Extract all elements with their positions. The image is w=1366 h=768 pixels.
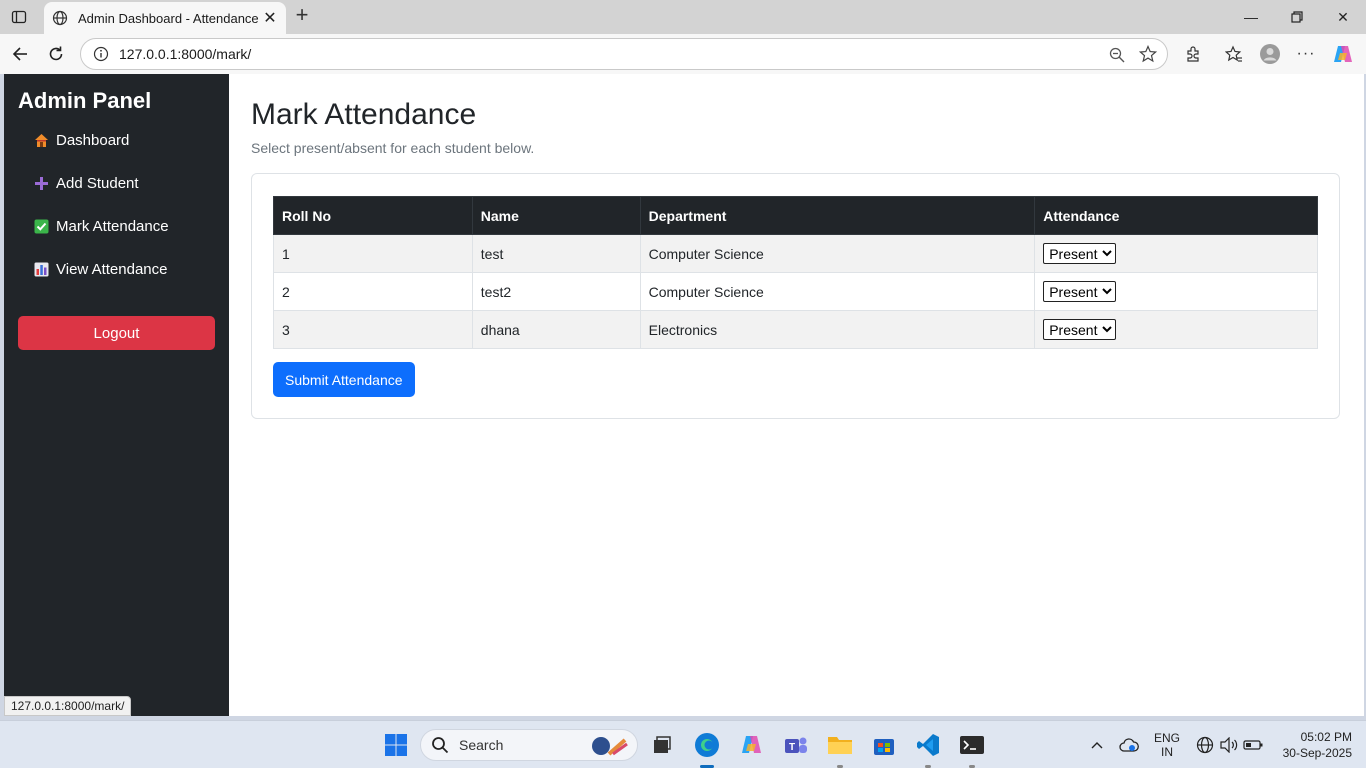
plus-icon (34, 176, 49, 191)
vscode-icon[interactable] (914, 731, 942, 759)
browser-tab-active[interactable]: Admin Dashboard - Attendance S ✕ (44, 2, 286, 34)
department-cell: Computer Science (639, 234, 1036, 273)
battery-icon[interactable] (1242, 721, 1264, 768)
search-icon (432, 737, 449, 754)
teams-icon[interactable]: T (782, 731, 810, 759)
zoom-out-icon[interactable] (1109, 47, 1125, 63)
extensions-icon[interactable] (1182, 43, 1204, 65)
attendance-select[interactable]: Present (1043, 243, 1117, 264)
browser-toolbar: 127.0.0.1:8000/mark/ ··· (0, 34, 1366, 74)
name-cell: dhana (471, 310, 641, 349)
store-icon[interactable] (870, 731, 898, 759)
svg-text:T: T (789, 742, 795, 753)
search-highlight-icon (592, 737, 628, 756)
address-bar[interactable]: 127.0.0.1:8000/mark/ (80, 38, 1168, 70)
page-title: Mark Attendance (251, 98, 477, 131)
browser-tab-bar: Admin Dashboard - Attendance S ✕ + — ✕ (0, 0, 1366, 34)
file-explorer-icon[interactable] (826, 731, 854, 759)
taskbar-search[interactable]: Search (420, 729, 638, 761)
column-header-attendance: Attendance (1034, 196, 1318, 235)
copilot-icon[interactable] (1332, 43, 1354, 65)
name-cell: test (471, 234, 641, 273)
name-cell: test2 (471, 272, 641, 311)
department-cell: Computer Science (639, 272, 1036, 311)
table-row: 2 test2 Computer Science Present (273, 272, 1318, 311)
sync-cloud-icon[interactable] (1118, 721, 1140, 768)
page-viewport: Admin Panel Dashboard Add Student Mark A… (4, 74, 1364, 716)
favorites-icon[interactable] (1223, 43, 1245, 65)
roll-no-cell: 1 (273, 234, 473, 273)
language-code: ENG (1153, 731, 1180, 745)
column-header-department: Department (639, 196, 1036, 235)
favorite-star-icon[interactable] (1139, 45, 1157, 63)
sidebar-item-label: Add Student (56, 174, 139, 192)
column-header-name: Name (471, 196, 641, 235)
attendance-select[interactable]: Present (1043, 319, 1117, 340)
sidebar: Admin Panel Dashboard Add Student Mark A… (4, 74, 229, 716)
tab-actions-icon[interactable] (8, 7, 30, 27)
more-options-icon[interactable]: ··· (1295, 43, 1317, 65)
close-window-button[interactable]: ✕ (1320, 0, 1366, 34)
clock-time: 05:02 PM (1300, 730, 1352, 744)
department-cell: Electronics (639, 310, 1036, 349)
terminal-icon[interactable] (958, 731, 986, 759)
region-code: IN (1161, 745, 1173, 759)
windows-start-icon[interactable] (382, 731, 410, 759)
globe-icon (52, 10, 68, 26)
url-text: 127.0.0.1:8000/mark/ (119, 46, 252, 62)
sidebar-item-dashboard[interactable]: Dashboard (34, 128, 129, 152)
attendance-table: Roll No Name Department Attendance 1 tes… (273, 196, 1318, 349)
site-info-icon[interactable] (93, 46, 109, 62)
sidebar-item-label: View Attendance (56, 260, 168, 278)
network-globe-icon[interactable] (1194, 721, 1216, 768)
sidebar-item-view-attendance[interactable]: View Attendance (34, 257, 167, 281)
task-view-icon[interactable] (648, 731, 676, 759)
table-row: 1 test Computer Science Present (273, 234, 1318, 273)
refresh-icon[interactable] (44, 42, 68, 66)
new-tab-button[interactable]: + (290, 4, 314, 28)
attendance-cell: Present (1034, 310, 1318, 349)
sidebar-item-label: Dashboard (56, 131, 130, 149)
table-header-row: Roll No Name Department Attendance (273, 196, 1318, 235)
copilot-app-icon[interactable] (738, 731, 766, 759)
attendance-card: Roll No Name Department Attendance 1 tes… (251, 173, 1340, 419)
edge-browser-icon[interactable] (693, 731, 721, 759)
status-bar-url: 127.0.0.1:8000/mark/ (4, 696, 132, 716)
volume-icon[interactable] (1218, 721, 1240, 768)
tab-title: Admin Dashboard - Attendance S (78, 10, 262, 26)
taskbar: Search T ENG IN 05:02 PM 30-Sep-2025 (0, 720, 1366, 768)
submit-attendance-button[interactable]: Submit Attendance (273, 362, 415, 397)
attendance-select[interactable]: Present (1043, 281, 1117, 302)
profile-avatar[interactable] (1259, 43, 1281, 65)
attendance-cell: Present (1034, 272, 1318, 311)
tab-close-icon[interactable]: ✕ (262, 8, 278, 28)
roll-no-cell: 2 (273, 272, 473, 311)
roll-no-cell: 3 (273, 310, 473, 349)
logout-button[interactable]: Logout (18, 316, 215, 350)
column-header-roll-no: Roll No (273, 196, 473, 235)
back-arrow-icon[interactable] (8, 42, 32, 66)
bar-chart-icon (34, 262, 49, 277)
sidebar-item-label: Mark Attendance (56, 217, 169, 235)
sidebar-item-mark-attendance[interactable]: Mark Attendance (34, 214, 169, 238)
clock-date: 30-Sep-2025 (1282, 746, 1352, 760)
sidebar-brand: Admin Panel (18, 88, 152, 113)
chevron-up-icon[interactable] (1088, 721, 1106, 768)
language-indicator[interactable]: ENG IN (1150, 721, 1184, 768)
table-row: 3 dhana Electronics Present (273, 310, 1318, 349)
check-box-icon (34, 219, 49, 234)
restore-button[interactable] (1274, 0, 1320, 34)
attendance-cell: Present (1034, 234, 1318, 273)
house-icon (34, 133, 49, 148)
page-subtitle: Select present/absent for each student b… (251, 140, 535, 156)
search-placeholder: Search (459, 737, 504, 753)
minimize-button[interactable]: — (1228, 0, 1274, 34)
sidebar-item-add-student[interactable]: Add Student (34, 171, 139, 195)
clock[interactable]: 05:02 PM 30-Sep-2025 (1283, 729, 1352, 761)
